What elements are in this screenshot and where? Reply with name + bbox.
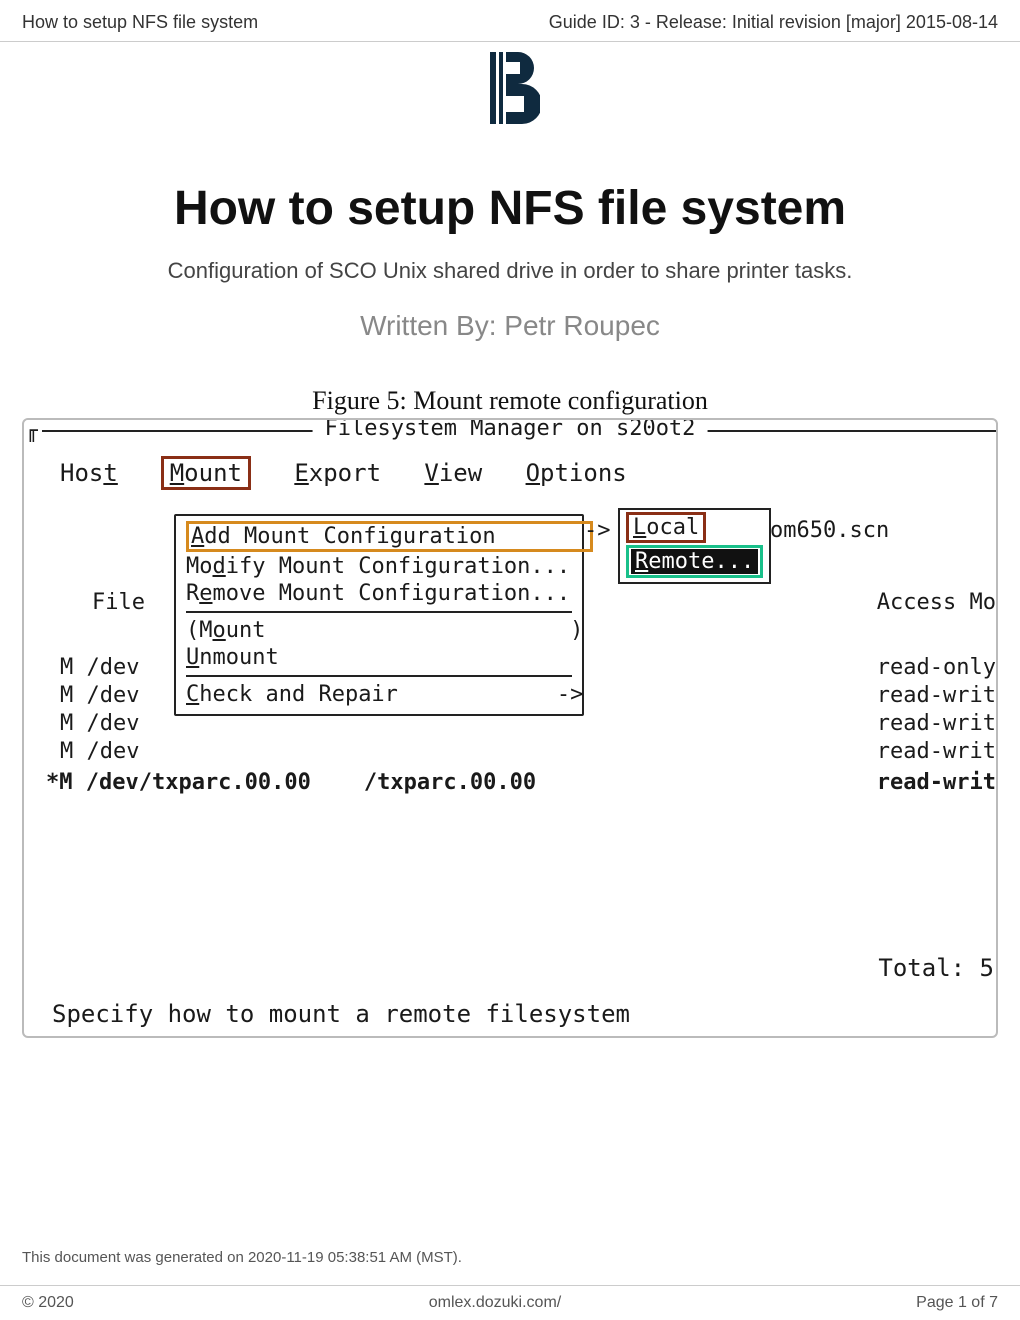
menu-check-repair[interactable]: Check and Repair -> [186, 681, 572, 708]
menu-remove-mount[interactable]: Remove Mount Configuration... [186, 580, 572, 607]
menu-mount[interactable]: Mount [161, 456, 251, 490]
right-filename: om650.scn [770, 518, 889, 543]
column-access: Access Mo [877, 590, 996, 615]
page-footer: © 2020 omlex.dozuki.com/ Page 1 of 7 [0, 1285, 1020, 1320]
generation-note: This document was generated on 2020-11-1… [22, 1249, 462, 1266]
menu-modify-mount[interactable]: Modify Mount Configuration... [186, 553, 572, 580]
status-bar: Specify how to mount a remote filesystem [52, 1000, 630, 1028]
selected-row[interactable]: *M /dev/txparc.00.00 /txparc.00.00 [46, 770, 536, 795]
logo [0, 48, 1020, 133]
submenu-arrow-icon: -> [584, 518, 611, 543]
footer-url: omlex.dozuki.com/ [429, 1294, 562, 1312]
access-rows: read-only read-writ read-writ read-writ [877, 654, 996, 766]
header-left: How to setup NFS file system [22, 12, 258, 33]
menu-view[interactable]: View [424, 459, 482, 487]
menu-host[interactable]: Host [60, 459, 118, 487]
window-title: Filesystem Manager on s20ot2 [313, 418, 708, 441]
selected-row-access: read-writ [877, 770, 996, 795]
device-rows: M /dev M /dev M /dev M /dev [60, 654, 139, 766]
menu-add-mount[interactable]: Add Mount Configuration [186, 520, 572, 553]
menu-unmount[interactable]: Unmount [186, 644, 572, 671]
footer-page: Page 1 of 7 [916, 1294, 998, 1312]
footer-copyright: © 2020 [22, 1294, 74, 1312]
header-right: Guide ID: 3 - Release: Initial revision … [549, 12, 998, 33]
total-count: Total: 5 [878, 954, 994, 982]
menubar: Host Mount Export View Options [60, 456, 996, 490]
byline: Written By: Petr Roupec [0, 310, 1020, 342]
figure: Figure 5: Mount remote configuration ╓ F… [20, 386, 1000, 1038]
column-file: File [92, 590, 145, 615]
menu-mount-action[interactable]: (Mount ) [186, 617, 572, 644]
menu-export[interactable]: Export [294, 459, 381, 487]
page-header: How to setup NFS file system Guide ID: 3… [0, 0, 1020, 42]
mount-dropdown: Add Mount Configuration Modify Mount Con… [174, 514, 584, 716]
menu-options[interactable]: Options [526, 459, 627, 487]
mount-submenu: Local Remote... [618, 508, 771, 584]
page-subtitle: Configuration of SCO Unix shared drive i… [0, 258, 1020, 284]
page-title: How to setup NFS file system [0, 181, 1020, 236]
figure-caption: Figure 5: Mount remote configuration [20, 386, 1000, 416]
submenu-remote[interactable]: Remote... [631, 549, 758, 574]
window-corner-icon: ╓ [26, 418, 40, 442]
submenu-local[interactable]: Local [626, 512, 706, 543]
terminal-window: ╓ Filesystem Manager on s20ot2 Host Moun… [22, 418, 998, 1038]
